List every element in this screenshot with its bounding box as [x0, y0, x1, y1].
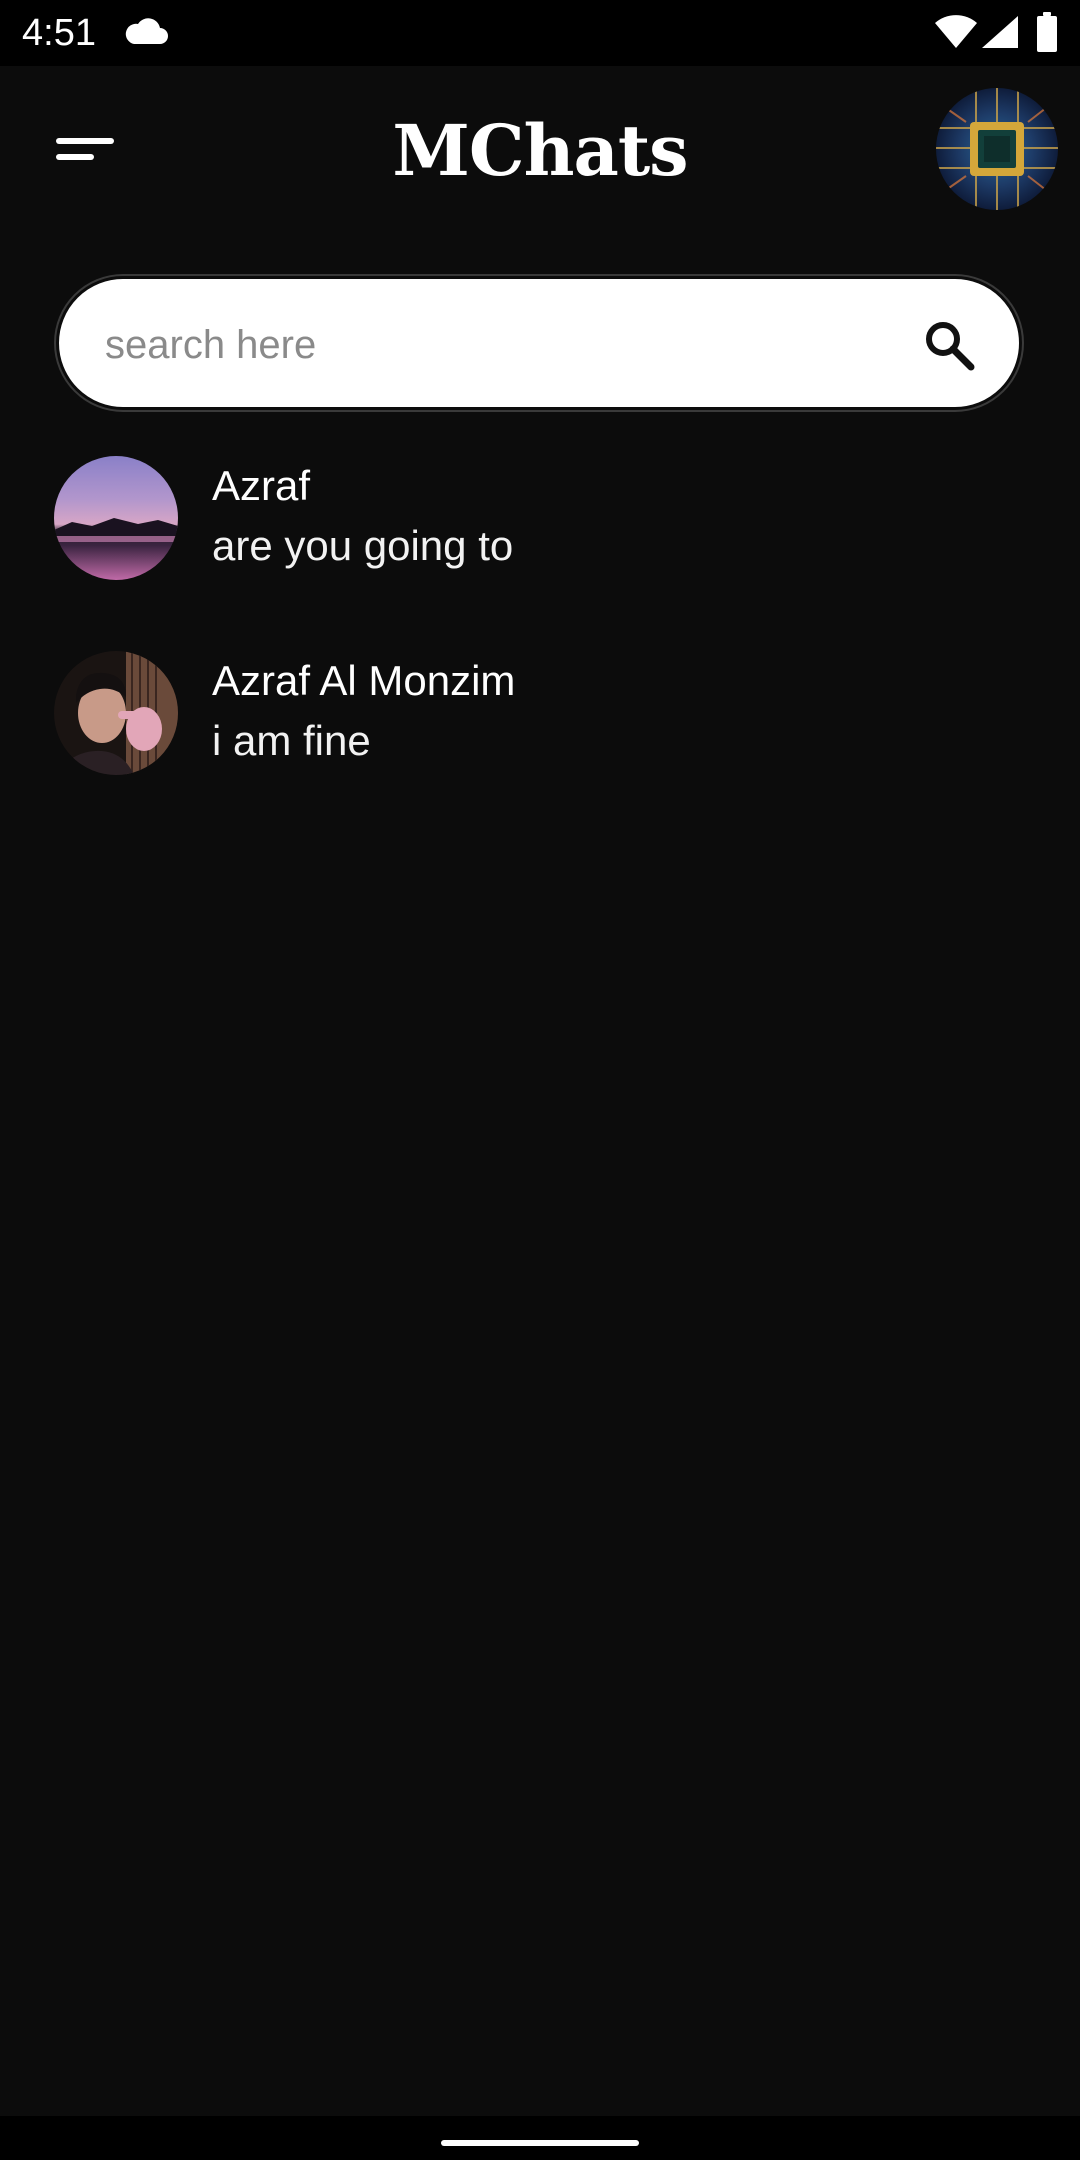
search-bar — [56, 276, 1022, 410]
avatar — [54, 651, 178, 775]
selfie-portrait-image — [54, 651, 178, 775]
chat-name: Azraf Al Monzim — [212, 657, 516, 704]
chat-name: Azraf — [212, 462, 311, 509]
app-title: MChats — [392, 109, 688, 192]
profile-avatar[interactable] — [936, 88, 1058, 210]
wifi-icon — [935, 15, 977, 48]
cloud-icon — [125, 18, 168, 44]
menu-icon[interactable] — [56, 134, 120, 164]
home-gesture-handle[interactable] — [441, 2140, 639, 2146]
cellular-signal-icon — [982, 16, 1018, 48]
twilight-lake-image — [54, 456, 178, 580]
battery-icon — [1037, 12, 1057, 52]
chip-image — [936, 88, 1058, 210]
navigation-bar — [0, 2116, 1080, 2160]
avatar — [54, 456, 178, 580]
search-input[interactable] — [103, 309, 887, 381]
status-time: 4:51 — [22, 12, 96, 54]
search-icon[interactable] — [921, 317, 977, 373]
chat-last-message: i am fine — [212, 717, 371, 764]
chat-item-azraf-al-monzim[interactable]: Azraf Al Monzim i am fine — [0, 651, 1080, 811]
chat-item-azraf[interactable]: Azraf are you going to — [0, 456, 1080, 616]
status-bar: 4:51 — [0, 0, 1080, 66]
chat-last-message: are you going to — [212, 522, 514, 569]
